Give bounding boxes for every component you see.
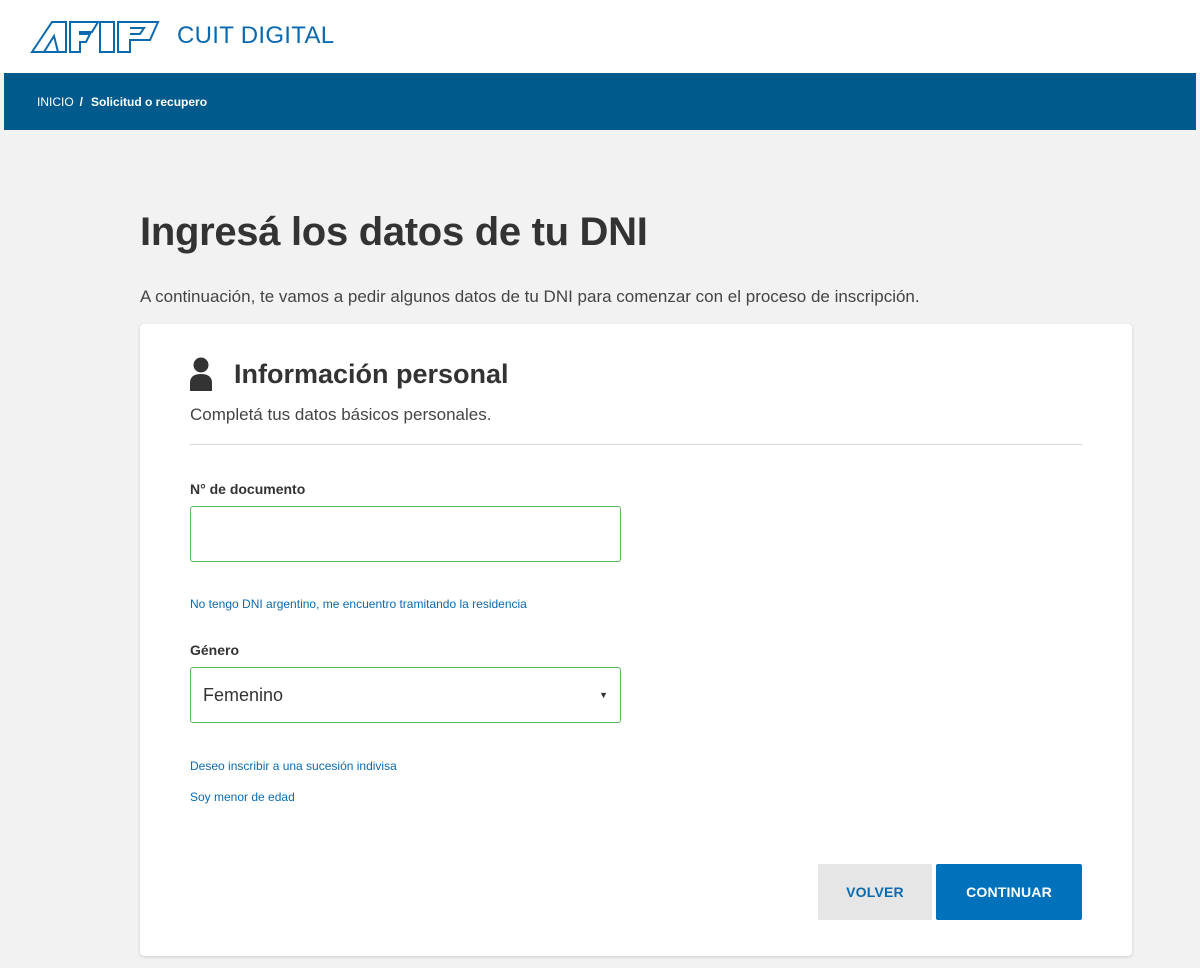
card-subtitle: Completá tus datos básicos personales. (190, 405, 492, 424)
document-number-input[interactable] (190, 506, 621, 562)
breadcrumb-separator: / (79, 94, 84, 109)
page-title: Ingresá los datos de tu DNI (140, 210, 648, 254)
minor-link[interactable]: Soy menor de edad (190, 790, 295, 804)
divider (190, 444, 1082, 445)
user-icon (190, 357, 212, 391)
breadcrumb-current: Solicitud o recupero (91, 94, 208, 109)
document-number-label: N° de documento (190, 481, 306, 497)
card-header: Información personal (190, 357, 509, 391)
gender-select[interactable]: Femenino ▼ (190, 667, 621, 723)
page-subtitle: A continuación, te vamos a pedir algunos… (140, 287, 920, 306)
gender-selected-value: Femenino (203, 684, 284, 705)
caret-down-icon: ▼ (599, 690, 608, 700)
personal-info-card: Información personal Completá tus datos … (140, 324, 1132, 956)
gender-label: Género (190, 642, 240, 658)
afip-logo[interactable] (30, 20, 160, 54)
no-argentine-dni-link[interactable]: No tengo DNI argentino, me encuentro tra… (190, 597, 527, 611)
breadcrumb-home-link[interactable]: INICIO (37, 95, 74, 109)
card-title: Información personal (234, 358, 509, 389)
breadcrumb: INICIO / Solicitud o recupero (4, 73, 1196, 130)
back-button[interactable]: VOLVER (818, 864, 932, 920)
top-header: CUIT DIGITAL (0, 0, 1200, 73)
app-title: CUIT DIGITAL (177, 22, 335, 49)
sucesion-indivisa-link[interactable]: Deseo inscribir a una sucesión indivisa (190, 759, 397, 773)
continue-button[interactable]: CONTINUAR (936, 864, 1082, 920)
